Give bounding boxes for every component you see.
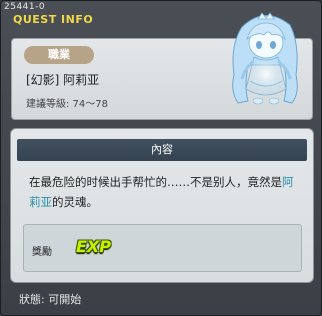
job-tag: 職業 (24, 46, 94, 64)
quest-description: 在最危险的时候出手帮忙的……不是别人，竟然是阿莉亚的灵魂。 (29, 172, 299, 212)
content-panel: 內容 在最危险的时候出手帮忙的……不是别人，竟然是阿莉亚的灵魂。 獎勵 EXP (10, 128, 314, 283)
job-name: [幻影] 阿莉亚 (26, 73, 100, 87)
recommended-level: 建議等級: 74～78 (26, 99, 108, 110)
exp-icon: EXP (76, 237, 111, 256)
content-header: 內容 (17, 139, 307, 161)
quest-id: 25441-0 (4, 2, 46, 12)
description-text: 在最危险的时候出手帮忙的……不是别人，竟然是 (29, 175, 282, 189)
quest-info-window: 25441-0 QUEST INFO 職業 [幻影] 阿莉亚 建議等級: 74～… (0, 0, 322, 316)
reward-label: 獎勵 (32, 247, 52, 258)
window-title: QUEST INFO (13, 13, 94, 26)
character-portrait (232, 12, 298, 105)
reward-box: 獎勵 EXP (23, 224, 302, 272)
description-text-end: 的灵魂。 (52, 195, 98, 209)
quest-status: 狀態: 可開始 (19, 293, 82, 306)
